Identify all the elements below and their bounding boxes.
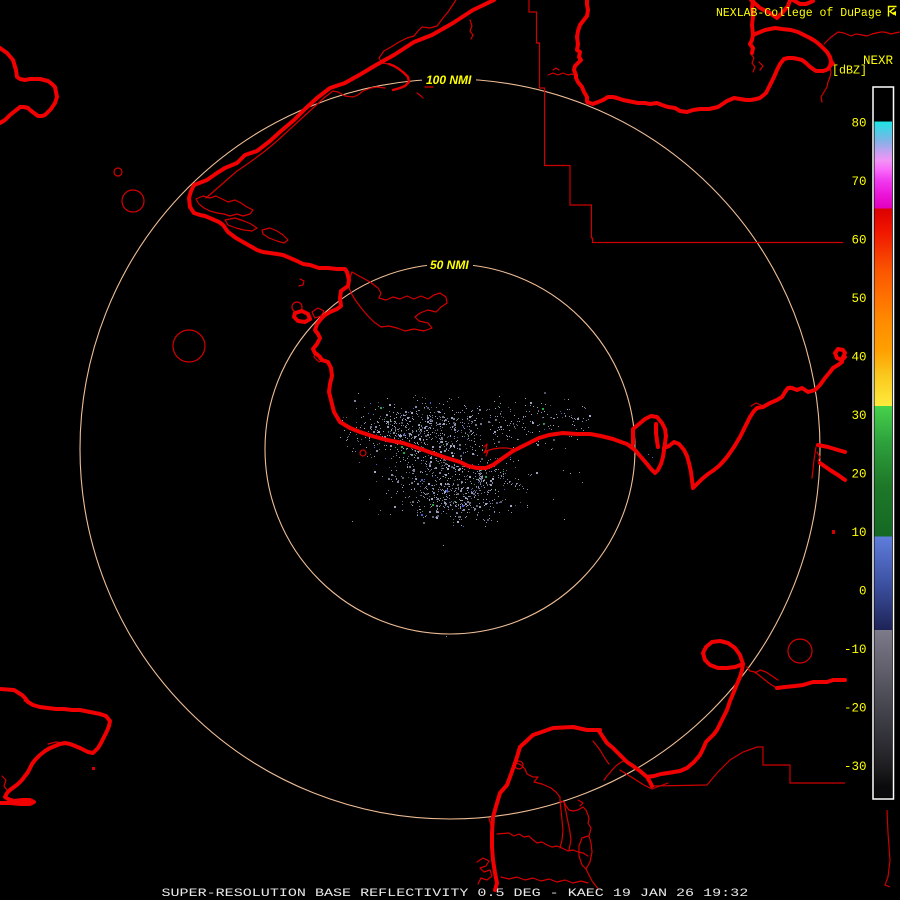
svg-text:60: 60 (851, 234, 866, 248)
svg-text:-30: -30 (844, 760, 867, 774)
svg-text:-10: -10 (844, 643, 867, 657)
svg-text:40: 40 (851, 351, 866, 365)
svg-text:10: 10 (851, 526, 866, 540)
svg-text:-20: -20 (844, 702, 867, 716)
svg-text:20: 20 (851, 468, 866, 482)
svg-text:100 NMI: 100 NMI (426, 73, 472, 87)
svg-text:30: 30 (851, 409, 866, 423)
svg-text:SUPER-RESOLUTION BASE REFLECTI: SUPER-RESOLUTION BASE REFLECTIVITY 0.5 D… (162, 887, 749, 900)
svg-text:70: 70 (851, 175, 866, 189)
svg-text:50 NMI: 50 NMI (430, 258, 469, 272)
svg-text:0: 0 (859, 585, 867, 599)
svg-text:[dBZ]: [dBZ] (832, 64, 867, 78)
svg-text:NEXR: NEXR (863, 54, 894, 68)
svg-text:NEXLAB-College of DuPage: NEXLAB-College of DuPage (716, 7, 882, 20)
svg-text:80: 80 (851, 117, 866, 131)
svg-text:50: 50 (851, 292, 866, 306)
